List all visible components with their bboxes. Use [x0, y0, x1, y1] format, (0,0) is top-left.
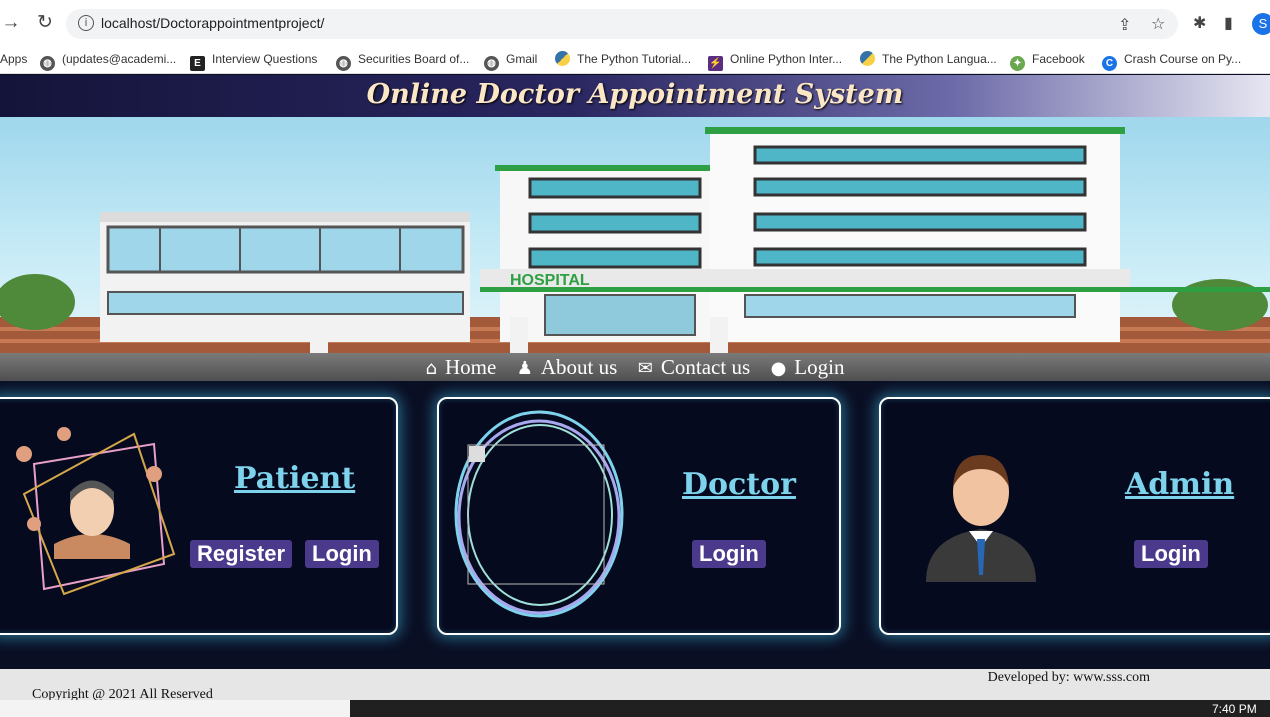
- web-page: Online Doctor Appointment System HOSPITA…: [0, 75, 1270, 717]
- nav-home[interactable]: ⌂ Home: [426, 353, 497, 383]
- home-icon: ⌂: [425, 358, 437, 379]
- bookmark-label: Apps: [0, 52, 28, 66]
- hospital-banner: HOSPITAL: [0, 117, 1270, 353]
- nav-login[interactable]: ● Login: [771, 353, 845, 383]
- patient-register-button[interactable]: Register: [190, 540, 293, 568]
- doctor-icon: ♟: [516, 358, 533, 379]
- admin-title[interactable]: Admin: [1125, 467, 1234, 502]
- patient-card: Patient Register Login: [0, 397, 398, 635]
- envelope-icon: ✉: [637, 358, 653, 379]
- browser-toolbar: → ↻ i localhost/Doctorappointmentproject…: [0, 0, 1270, 44]
- nav-label: Home: [444, 355, 497, 379]
- nav-label: Login: [794, 355, 845, 379]
- python-icon: [555, 51, 570, 66]
- globe-icon: ◍: [40, 56, 55, 71]
- developer-credit: Developed by: www.sss.com: [987, 670, 1150, 685]
- patient-avatar-image: [16, 427, 176, 596]
- user-icon: ●: [770, 358, 787, 379]
- nav-label: Contact us: [660, 355, 751, 379]
- hospital-sign: HOSPITAL: [510, 272, 590, 289]
- admin-login-button[interactable]: Login: [1134, 540, 1208, 568]
- bookmarks-bar: Apps ◍ (updates@academi... E Interview Que…: [0, 44, 1270, 74]
- bookmark-python-tutorial[interactable]: The Python Tutorial...: [555, 48, 691, 70]
- bookmark-facebook[interactable]: ✦ Facebook: [1010, 48, 1085, 71]
- site-title: Online Doctor Appointment System: [366, 79, 904, 110]
- doctor-image-rings: [454, 410, 624, 618]
- site-header: Online Doctor Appointment System: [0, 75, 1270, 117]
- bookmark-python-language[interactable]: The Python Langua...: [860, 48, 997, 70]
- admin-avatar-image: [926, 455, 1036, 582]
- bookmark-label: Interview Questions: [212, 52, 318, 66]
- star-icon[interactable]: ☆: [1151, 15, 1165, 33]
- bookmark-label: Crash Course on Py...: [1124, 52, 1242, 66]
- profile-avatar[interactable]: S: [1252, 13, 1270, 35]
- nav-contact[interactable]: ✉ Contact us: [638, 353, 750, 383]
- hospital-illustration: HOSPITAL: [0, 127, 1270, 353]
- reload-icon[interactable]: ↻: [34, 12, 56, 34]
- coursera-icon: C: [1102, 56, 1117, 71]
- site-info-icon[interactable]: i: [78, 15, 94, 31]
- doctor-card: Doctor Login: [437, 397, 841, 635]
- admin-card: Admin Login: [879, 397, 1270, 635]
- share-icon[interactable]: ⇪: [1118, 16, 1131, 34]
- bookmark-securities-board[interactable]: ◍ Securities Board of...: [336, 48, 470, 71]
- bookmark-interview-questions[interactable]: E Interview Questions: [190, 48, 318, 71]
- bookmark-gmail[interactable]: ◍ Gmail: [484, 48, 538, 71]
- bookmark-updates[interactable]: ◍ (updates@academi...: [40, 48, 177, 71]
- bookmark-label: (updates@academi...: [62, 52, 177, 66]
- patient-title[interactable]: Patient: [234, 461, 355, 496]
- doctor-title[interactable]: Doctor: [682, 467, 796, 502]
- bookmark-label: Securities Board of...: [358, 52, 470, 66]
- globe-icon: ◍: [484, 56, 499, 71]
- broken-image-icon: [469, 446, 485, 462]
- extensions-icon[interactable]: ✱: [1193, 14, 1206, 32]
- bookmark-label: Online Python Inter...: [730, 52, 843, 66]
- bookmark-online-python[interactable]: ⚡ Online Python Inter...: [708, 48, 843, 71]
- address-bar[interactable]: i localhost/Doctorappointmentproject/ ⇪ …: [66, 9, 1178, 39]
- bookmark-label: Facebook: [1032, 52, 1085, 66]
- python-icon: [860, 51, 875, 66]
- side-panel-icon[interactable]: ▮: [1224, 14, 1233, 32]
- bookmark-label: The Python Langua...: [882, 52, 997, 66]
- os-taskbar: 7:40 PM: [0, 700, 1270, 717]
- forward-arrow-icon[interactable]: →: [0, 12, 22, 34]
- url-text[interactable]: localhost/Doctorappointmentproject/: [101, 15, 324, 31]
- patient-login-button[interactable]: Login: [305, 540, 379, 568]
- nav-label: About us: [540, 355, 618, 379]
- nav-about[interactable]: ♟ About us: [517, 353, 618, 383]
- bookmark-apps[interactable]: Apps: [0, 48, 27, 70]
- taskbar-search[interactable]: [0, 700, 350, 717]
- globe-icon: ◍: [336, 56, 351, 71]
- doctor-login-button[interactable]: Login: [692, 540, 766, 568]
- leaf-icon: ✦: [1010, 56, 1025, 71]
- bolt-icon: ⚡: [708, 56, 723, 71]
- bookmark-label: The Python Tutorial...: [577, 52, 692, 66]
- bookmark-label: Gmail: [506, 52, 538, 66]
- main-nav: ⌂ Home ♟ About us ✉ Contact us ● Login: [0, 353, 1270, 381]
- e-logo-icon: E: [190, 56, 205, 71]
- bookmark-crash-course[interactable]: C Crash Course on Py...: [1102, 48, 1242, 71]
- taskbar-clock[interactable]: 7:40 PM: [1212, 702, 1257, 716]
